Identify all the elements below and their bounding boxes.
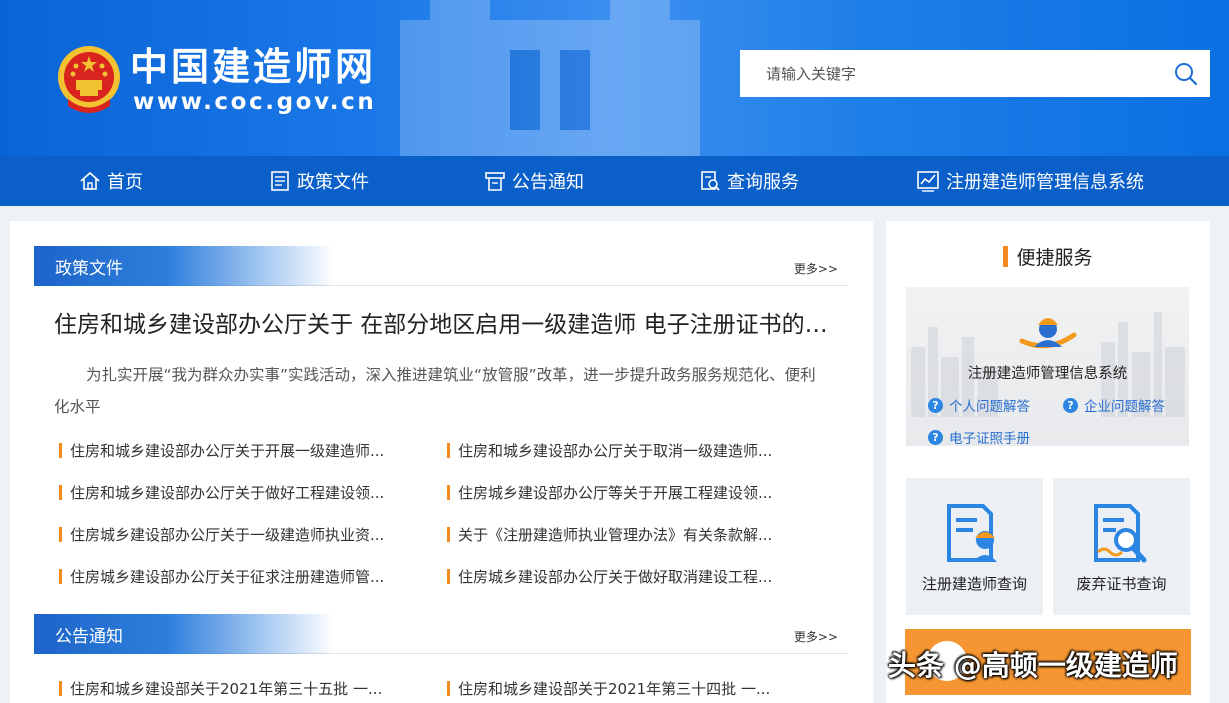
- document-icon: [271, 171, 289, 191]
- search-doc-icon: [701, 171, 720, 191]
- builder-query-tile[interactable]: 注册建造师查询: [906, 478, 1043, 615]
- list-item[interactable]: 住房城乡建设部办公厅关于一级建造师执业资...: [59, 524, 404, 545]
- notice-section-header: 公告通知 更多>>: [34, 614, 848, 654]
- enterprise-faq-link[interactable]: ? 企业问题解答: [1063, 395, 1165, 415]
- list-item[interactable]: 住房和城乡建设部办公厅关于做好工程建设领...: [59, 482, 404, 503]
- notice-section-title: 公告通知: [55, 627, 123, 647]
- search-icon[interactable]: [1174, 62, 1198, 86]
- list-item[interactable]: 住房城乡建设部办公厅等关于开展工程建设领...: [447, 482, 792, 503]
- site-title: 中国建造师网: [130, 45, 377, 89]
- list-item[interactable]: 住房城乡建设部办公厅关于征求注册建造师管...: [59, 566, 404, 587]
- national-emblem-icon: [58, 46, 120, 113]
- search-box: [740, 50, 1210, 97]
- nav-item-policy[interactable]: 政策文件: [269, 156, 369, 206]
- builder-query-label: 注册建造师查询: [921, 575, 1027, 593]
- search-input[interactable]: [740, 50, 1160, 97]
- void-cert-query-label: 废弃证书查询: [1076, 575, 1167, 593]
- builder-query-icon: [947, 504, 997, 562]
- personal-faq-link[interactable]: ? 个人问题解答: [928, 395, 1030, 415]
- question-icon: ?: [1063, 397, 1078, 413]
- qa-label: 企业问题解答: [1084, 399, 1165, 415]
- question-icon: ?: [928, 397, 943, 413]
- policy-section-tab: 政策文件: [34, 246, 334, 286]
- policy-more-link[interactable]: 更多>>: [794, 260, 838, 277]
- title-marker: [1003, 246, 1009, 267]
- building-background-image: [400, 0, 700, 156]
- void-cert-query-tile[interactable]: 废弃证书查询: [1053, 478, 1190, 615]
- policy-section-title: 政策文件: [55, 259, 123, 279]
- policy-summary: 为扎实开展“我为群众办实事”实践活动，深入推进建筑业“放管服”改革，进一步提升政…: [54, 366, 816, 416]
- site-header: 中国建造师网 www.coc.gov.cn: [0, 0, 1229, 156]
- list-item[interactable]: 住房和城乡建设部关于2021年第三十五批 一...: [59, 678, 404, 699]
- sidebar-title: 便捷服务: [886, 243, 1210, 270]
- list-item[interactable]: 住房和城乡建设部办公厅关于开展一级建造师...: [59, 440, 404, 461]
- watermark: 头条 @高顿一级建造师: [888, 649, 1178, 682]
- site-url: www.coc.gov.cn: [133, 89, 377, 115]
- qa-label: 个人问题解答: [949, 399, 1030, 415]
- nav-item-notice[interactable]: 公告通知: [484, 156, 584, 206]
- nav-item-home[interactable]: 首页: [79, 156, 143, 206]
- system-panel[interactable]: 注册建造师管理信息系统 ? 个人问题解答 ? 企业问题解答 ? 电子证照手册: [906, 287, 1189, 446]
- nav-item-label: 公告通知: [512, 172, 584, 193]
- notice-more-link[interactable]: 更多>>: [794, 628, 838, 645]
- list-item[interactable]: 住房和城乡建设部关于2021年第三十四批 一...: [447, 678, 792, 699]
- policy-section-header: 政策文件 更多>>: [34, 246, 848, 286]
- list-item[interactable]: 关于《注册建造师执业管理办法》有关条款解...: [447, 524, 792, 545]
- void-cert-query-icon: [1094, 504, 1147, 563]
- notice-news-list: 住房和城乡建设部关于2021年第三十五批 一... 住房和城乡建设部关于2021…: [59, 678, 839, 702]
- question-icon: ?: [928, 429, 943, 445]
- sidebar-title-text: 便捷服务: [1016, 247, 1093, 269]
- nav-item-label: 注册建造师管理信息系统: [946, 172, 1144, 193]
- notice-icon: [485, 172, 505, 191]
- e-license-manual-link[interactable]: ? 电子证照手册: [928, 427, 1030, 446]
- nav-item-label: 政策文件: [297, 172, 369, 193]
- nav-item-label: 查询服务: [727, 172, 799, 193]
- system-name: 注册建造师管理信息系统: [967, 366, 1128, 382]
- home-icon: [80, 171, 100, 190]
- sidebar: 便捷服务 注册建造师管理信息系统 ? 个人问题解答 ? 企业问题解答 ? 电子证照手册: [886, 221, 1210, 703]
- main-content: 政策文件 更多>> 住房和城乡建设部办公厅关于 在部分地区启用一级建造师 电子注…: [10, 221, 873, 703]
- list-item[interactable]: 住房城乡建设部办公厅关于做好取消建设工程...: [447, 566, 792, 587]
- policy-headline[interactable]: 住房和城乡建设部办公厅关于 在部分地区启用一级建造师 电子注册证书的通知: [54, 305, 844, 339]
- main-nav: 首页 政策文件 公告通知 查询服务 注册建造师管理信息系统: [0, 156, 1229, 206]
- list-item[interactable]: 住房和城乡建设部办公厅关于取消一级建造师...: [447, 440, 792, 461]
- nav-item-label: 首页: [107, 172, 143, 193]
- nav-item-system[interactable]: 注册建造师管理信息系统: [916, 156, 1144, 206]
- notice-section-tab: 公告通知: [34, 614, 334, 654]
- engineer-logo-icon: [1019, 318, 1077, 349]
- policy-news-list: 住房和城乡建设部办公厅关于开展一级建造师... 住房和城乡建设部办公厅关于取消一…: [59, 440, 839, 610]
- nav-item-query[interactable]: 查询服务: [699, 156, 799, 206]
- chart-icon: [917, 171, 939, 192]
- qa-label: 电子证照手册: [949, 431, 1030, 446]
